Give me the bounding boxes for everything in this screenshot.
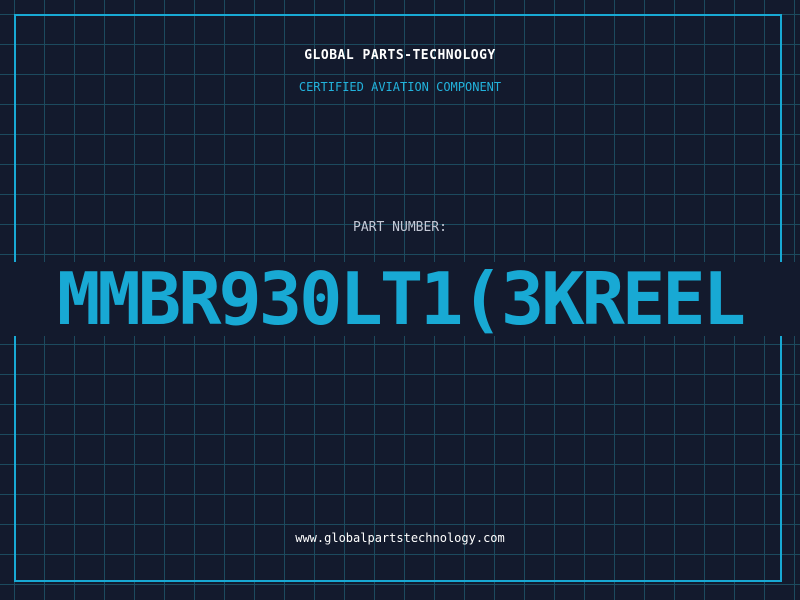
part-number-value: MMBR930LT1(3KREEL [57,257,746,341]
company-name: GLOBAL PARTS-TECHNOLOGY [304,48,496,63]
part-number-label: PART NUMBER: [353,220,447,235]
website-url: www.globalpartstechnology.com [295,531,505,545]
certification-tagline: CERTIFIED AVIATION COMPONENT [298,80,502,94]
part-card: GLOBAL PARTS-TECHNOLOGY CERTIFIED AVIATI… [0,0,800,600]
